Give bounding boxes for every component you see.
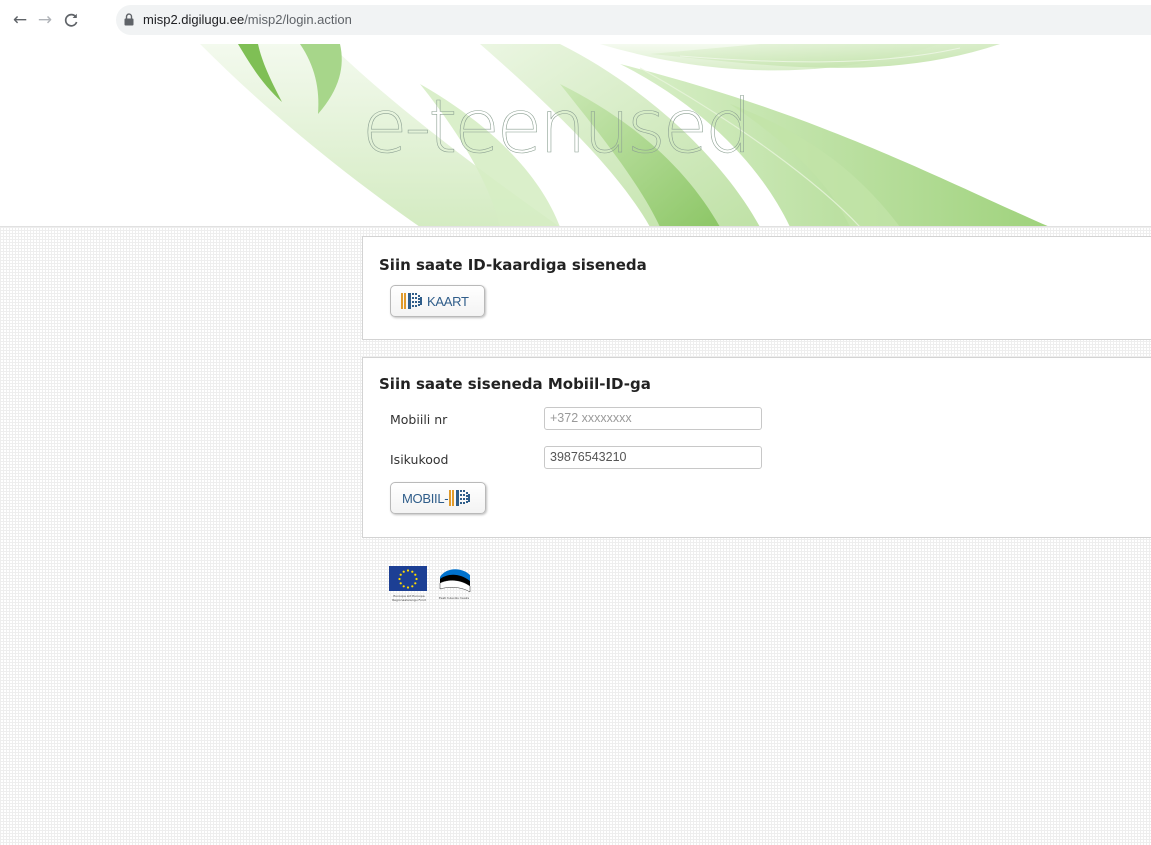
url-text: misp2.digilugu.ee/misp2/login.action: [143, 12, 352, 27]
mobile-id-login-panel: Siin saate siseneda Mobiil-ID-ga Mobiili…: [362, 357, 1151, 538]
mobile-id-section-title: Siin saate siseneda Mobiil-ID-ga: [379, 375, 651, 393]
id-card-login-panel: Siin saate ID-kaardiga siseneda KAART: [362, 236, 1151, 340]
phone-number-label: Mobiili nr: [390, 412, 448, 427]
phone-number-input[interactable]: +372 xxxxxxxx: [544, 407, 762, 430]
forward-arrow-icon[interactable]: →: [36, 10, 54, 30]
id-card-button-label: KAART: [427, 293, 469, 309]
id-logo-icon: [449, 490, 471, 506]
address-bar[interactable]: misp2.digilugu.ee/misp2/login.action: [116, 5, 1151, 35]
browser-toolbar: ← → misp2.digilugu.ee/misp2/login.action: [0, 0, 1151, 44]
personal-code-input[interactable]: 39876543210: [544, 446, 762, 469]
lock-icon: [124, 13, 134, 26]
url-path: /misp2/login.action: [244, 12, 352, 27]
eu-regional-fund-logo: Euroopa Liit Euroopa Regionaalarengu Fon…: [388, 565, 428, 613]
id-logo-icon: [401, 293, 422, 309]
id-card-section-title: Siin saate ID-kaardiga siseneda: [379, 256, 647, 274]
reload-icon[interactable]: [62, 10, 80, 30]
site-title: e-teenused: [362, 84, 753, 171]
id-card-login-button[interactable]: KAART: [390, 285, 485, 317]
url-domain: misp2.digilugu.ee: [143, 12, 245, 27]
mobile-id-button-label: MOBIIL-: [402, 490, 449, 506]
back-arrow-icon[interactable]: ←: [11, 10, 29, 30]
eu-logo-caption: Euroopa Liit Euroopa Regionaalarengu Fon…: [392, 594, 426, 602]
personal-code-label: Isikukood: [390, 452, 449, 467]
ee-logo-caption: Eesti tuleviku heaks: [439, 596, 470, 600]
header-banner: e-teenused: [0, 44, 1151, 227]
mobile-id-login-button[interactable]: MOBIIL-: [390, 482, 486, 514]
estonia-future-logo: Eesti tuleviku heaks: [436, 565, 480, 613]
